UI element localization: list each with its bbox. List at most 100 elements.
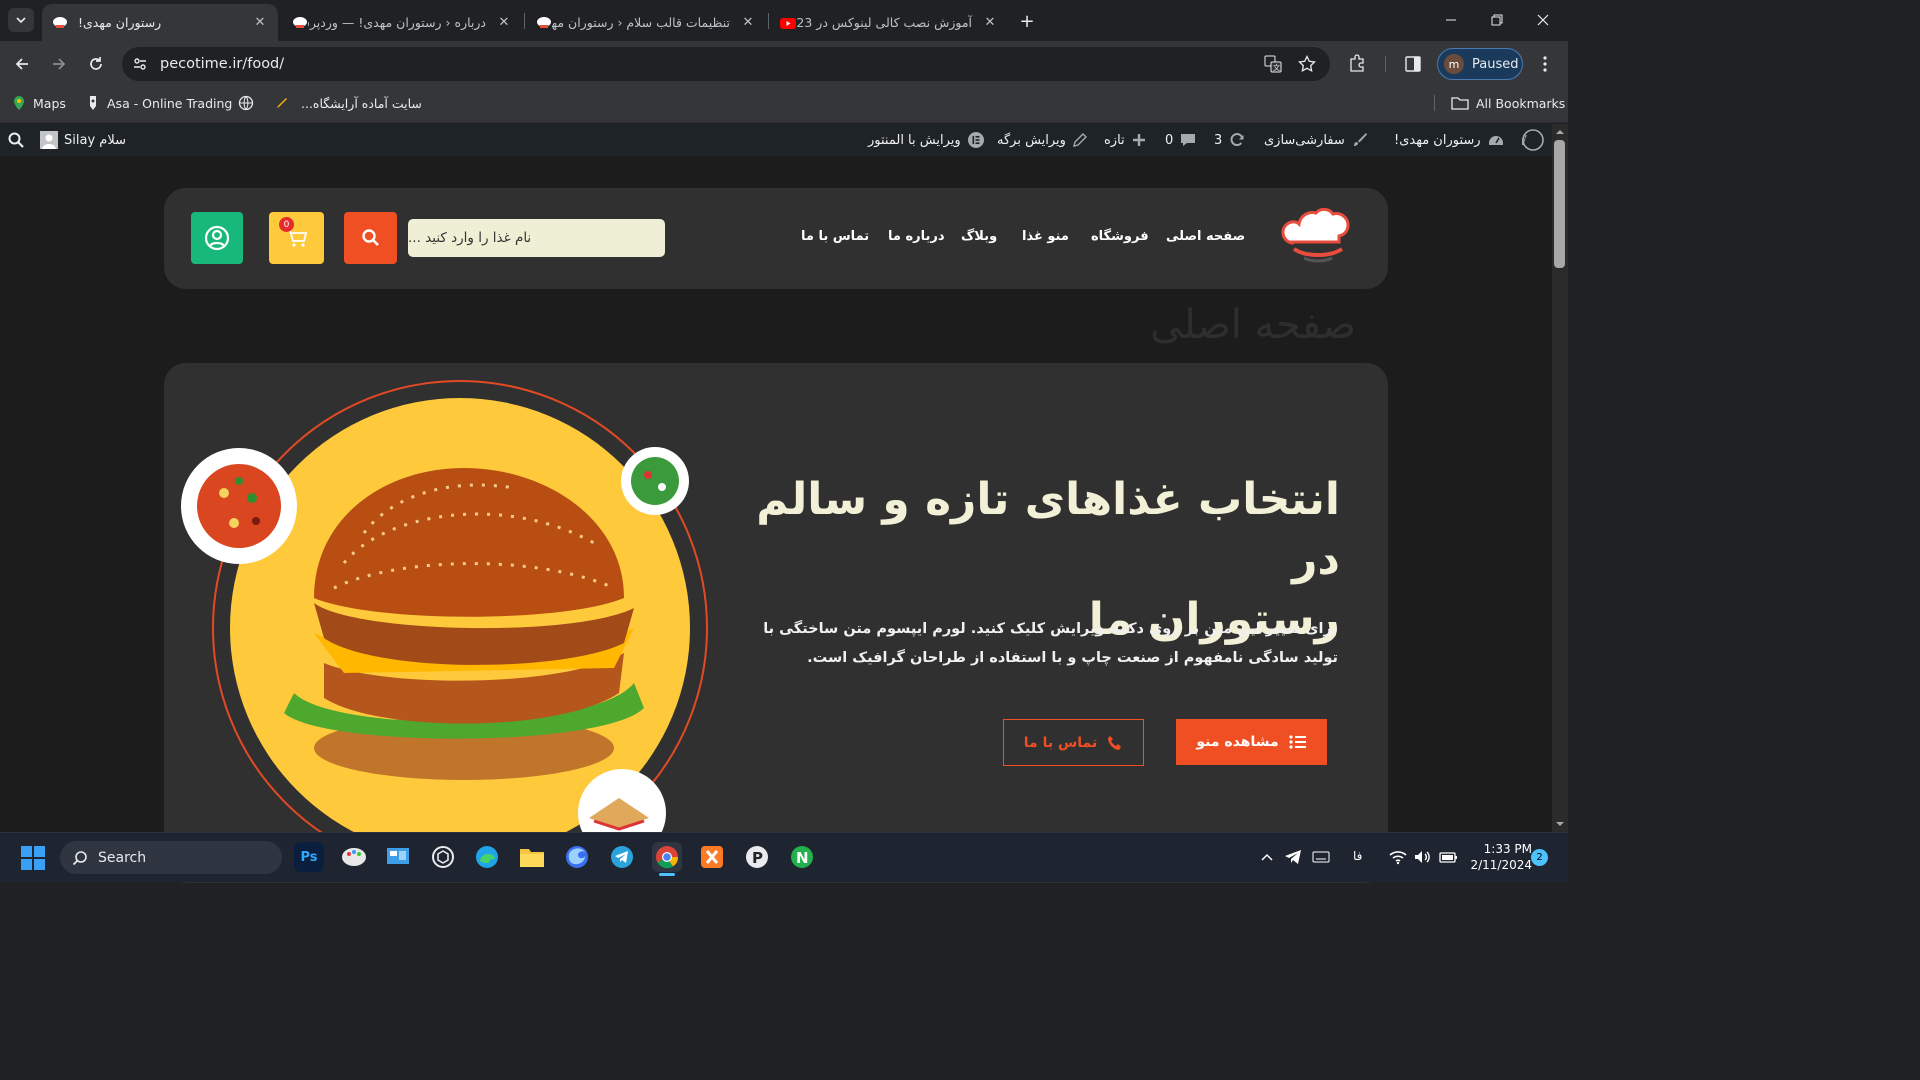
chef-hat-favicon-icon bbox=[293, 16, 307, 28]
site-logo[interactable] bbox=[1278, 205, 1358, 267]
bookmark-globe[interactable] bbox=[238, 94, 254, 112]
taskbar-search[interactable]: Search bbox=[60, 841, 282, 874]
menu-kebab-icon[interactable] bbox=[1536, 55, 1556, 75]
bookmark-asa[interactable]: Asa - Online Trading bbox=[86, 94, 232, 112]
wp-search-button[interactable] bbox=[8, 124, 24, 156]
side-panel-icon[interactable] bbox=[1404, 55, 1424, 75]
xampp-app[interactable] bbox=[697, 842, 727, 872]
language-indicator[interactable]: فا bbox=[1353, 849, 1362, 863]
nav-shop[interactable]: فروشگاه bbox=[1091, 229, 1149, 244]
close-tab-icon[interactable]: ✕ bbox=[982, 15, 998, 31]
telegram-icon bbox=[611, 846, 633, 868]
bookmark-star-icon[interactable] bbox=[1298, 55, 1318, 75]
wp-new-label: تازه bbox=[1104, 132, 1125, 148]
keyboard-icon[interactable] bbox=[1312, 850, 1330, 864]
volume-icon[interactable] bbox=[1413, 849, 1431, 865]
control-panel-app[interactable] bbox=[383, 842, 413, 872]
cart-button[interactable] bbox=[269, 212, 324, 264]
battery-icon[interactable] bbox=[1438, 849, 1458, 865]
chef-hat-favicon-icon bbox=[537, 16, 551, 28]
extensions-icon[interactable] bbox=[1348, 54, 1368, 74]
active-app-indicator bbox=[659, 873, 675, 876]
firefox-app[interactable] bbox=[562, 842, 592, 872]
search-icon bbox=[361, 229, 379, 246]
tab-2[interactable]: درباره ‹ رستوران مهدی! — وردپرس ✕ bbox=[282, 4, 522, 41]
bookmark-label: All Bookmarks bbox=[1476, 95, 1566, 111]
scrollbar-thumb[interactable] bbox=[1554, 140, 1565, 268]
translate-icon[interactable]: 文 bbox=[1264, 55, 1284, 75]
hero-description: برای تغییر این متن بر روی دکمه ویرایش کل… bbox=[763, 621, 1338, 666]
food-search-input[interactable]: نام غذا را وارد کنید ... bbox=[408, 219, 665, 257]
tab-search-button[interactable] bbox=[8, 8, 34, 32]
nav-food-menu[interactable]: منو غذا bbox=[1022, 229, 1069, 244]
wp-logo-button[interactable]: W bbox=[1522, 124, 1544, 156]
scroll-down-icon[interactable] bbox=[1555, 820, 1565, 828]
wp-account[interactable]: سلام Silay bbox=[40, 124, 126, 156]
wp-site-label: رستوران مهدی! bbox=[1394, 132, 1481, 148]
wp-edit-page[interactable]: ویرایش برگه bbox=[997, 124, 1088, 156]
address-bar[interactable] bbox=[122, 47, 1330, 81]
new-tab-button[interactable]: + bbox=[1016, 10, 1038, 32]
file-explorer-app[interactable] bbox=[517, 842, 547, 872]
telegram-tray-icon[interactable] bbox=[1284, 849, 1302, 865]
edge-app[interactable] bbox=[472, 842, 502, 872]
reload-button[interactable] bbox=[82, 50, 110, 78]
bookmark-maps[interactable]: Maps bbox=[12, 94, 66, 112]
firefox-icon bbox=[566, 846, 588, 868]
paw-app[interactable]: P bbox=[742, 842, 772, 872]
toolbar-separator bbox=[1385, 56, 1386, 72]
contact-us-label: تماس با ما bbox=[1023, 734, 1098, 751]
tab-3[interactable]: تنظیمات قالب سلام ‹ رستوران مهدی ✕ bbox=[526, 4, 766, 41]
paint-app[interactable] bbox=[339, 842, 369, 872]
close-tab-icon[interactable]: ✕ bbox=[496, 15, 512, 31]
chatgpt-app[interactable] bbox=[428, 842, 458, 872]
chrome-app[interactable] bbox=[652, 842, 682, 872]
nav-contact[interactable]: تماس با ما bbox=[801, 229, 869, 244]
wp-edit-elementor[interactable]: ویرایش با المنتور bbox=[868, 124, 985, 156]
wp-edit-page-label: ویرایش برگه bbox=[997, 132, 1066, 148]
contact-us-button[interactable]: تماس با ما bbox=[1003, 719, 1144, 766]
tab-1[interactable]: رستوران مهدی! ✕ bbox=[42, 4, 278, 41]
nav-home[interactable]: صفحه اصلی bbox=[1166, 229, 1245, 244]
search-button[interactable] bbox=[344, 212, 397, 264]
view-menu-button[interactable]: مشاهده منو bbox=[1176, 719, 1327, 765]
wp-updates[interactable]: 3 bbox=[1214, 124, 1246, 156]
wp-site-name[interactable]: رستوران مهدی! bbox=[1394, 124, 1505, 156]
photoshop-app[interactable]: Ps bbox=[294, 842, 324, 872]
forward-button[interactable] bbox=[45, 50, 73, 78]
tab-4[interactable]: آموزش نصب کالی لینوکس در 2023 ✕ bbox=[770, 4, 1008, 41]
scroll-up-icon[interactable] bbox=[1555, 128, 1565, 136]
wifi-icon[interactable] bbox=[1389, 849, 1407, 865]
bookmark-salon[interactable]: سایت آماده آرایشگاه... bbox=[274, 94, 422, 112]
nekoray-app[interactable]: N bbox=[787, 842, 817, 872]
nav-about[interactable]: درباره ما bbox=[888, 229, 945, 244]
back-button[interactable] bbox=[8, 50, 36, 78]
brush-icon bbox=[1353, 133, 1367, 146]
close-tab-icon[interactable]: ✕ bbox=[252, 15, 268, 31]
hero-burger-image bbox=[181, 380, 708, 876]
avatar: m bbox=[1444, 54, 1464, 74]
nav-blog[interactable]: وبلاگ bbox=[961, 229, 997, 244]
profile-button[interactable]: m Paused bbox=[1437, 48, 1523, 80]
chevron-up-icon[interactable] bbox=[1260, 850, 1274, 864]
telegram-app[interactable] bbox=[607, 842, 637, 872]
restore-button[interactable] bbox=[1474, 0, 1520, 40]
system-clock[interactable]: 1:33 PM 2/11/2024 bbox=[1462, 841, 1532, 873]
site-info-icon[interactable] bbox=[130, 54, 150, 74]
bookmark-label: سایت آماده آرایشگاه... bbox=[301, 95, 422, 111]
account-button[interactable] bbox=[191, 212, 243, 264]
restore-icon bbox=[1491, 14, 1503, 26]
clock-time: 1:33 PM bbox=[1483, 842, 1532, 856]
close-window-button[interactable] bbox=[1520, 0, 1566, 40]
control-panel-icon bbox=[387, 848, 409, 864]
wp-comments[interactable]: 0 bbox=[1165, 124, 1197, 156]
minimize-button[interactable] bbox=[1428, 0, 1474, 40]
wp-new[interactable]: تازه bbox=[1104, 124, 1147, 156]
svg-text:W: W bbox=[1522, 134, 1527, 149]
all-bookmarks-button[interactable]: All Bookmarks bbox=[1451, 94, 1565, 112]
url-text[interactable]: pecotime.ir/food/ bbox=[160, 56, 284, 72]
start-button[interactable] bbox=[20, 845, 46, 871]
notification-badge[interactable]: 2 bbox=[1531, 849, 1548, 866]
wp-customize[interactable]: سفارشی‌سازی bbox=[1264, 124, 1369, 156]
close-tab-icon[interactable]: ✕ bbox=[740, 15, 756, 31]
